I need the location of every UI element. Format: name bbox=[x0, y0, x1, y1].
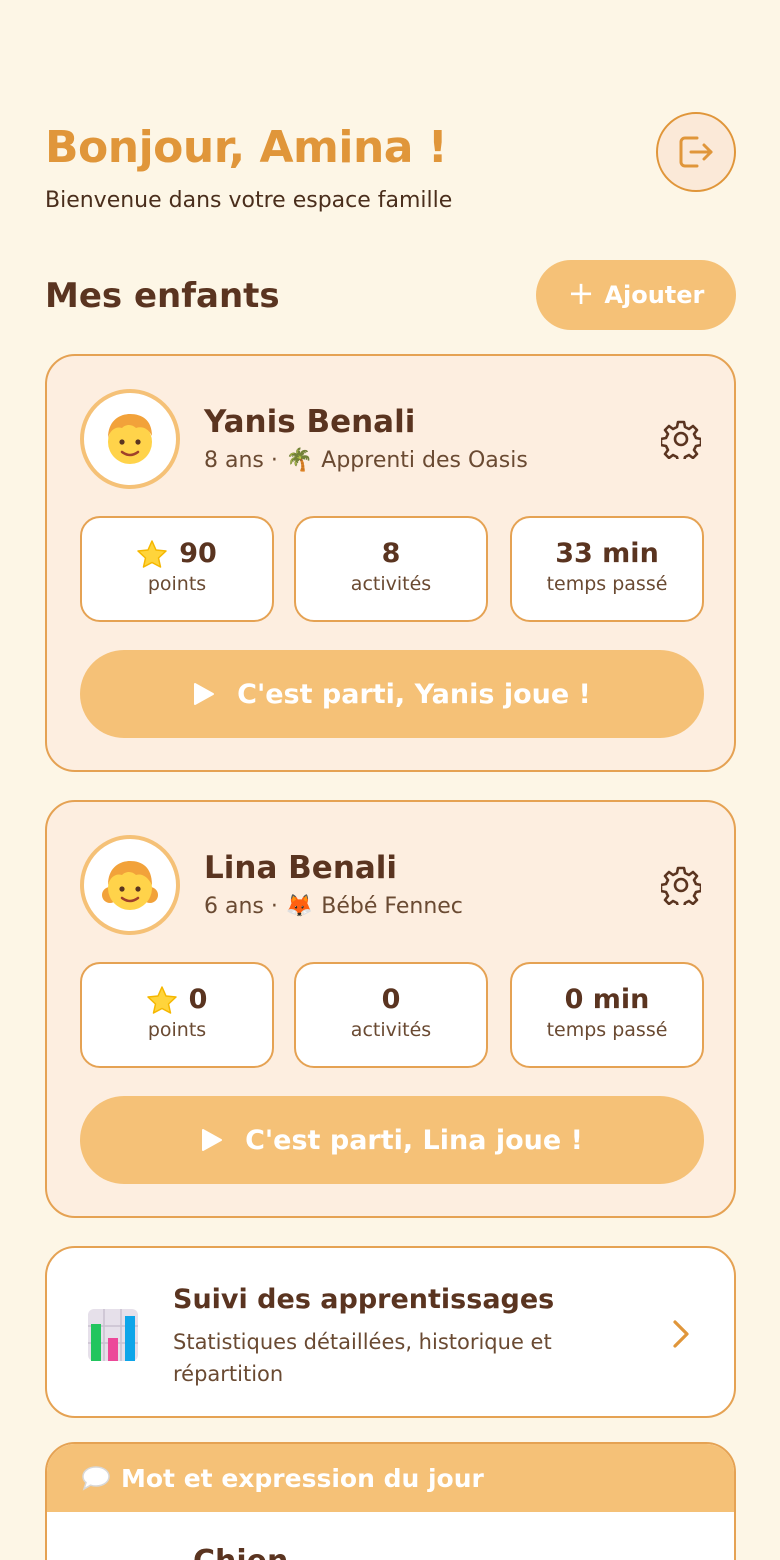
play-label: C'est parti, Lina joue ! bbox=[245, 1124, 583, 1156]
word-of-day-word: Chien bbox=[193, 1544, 288, 1560]
speech-bubble-icon bbox=[82, 1466, 110, 1491]
bar-chart-icon bbox=[88, 1309, 138, 1361]
child-level: Bébé Fennec bbox=[321, 894, 463, 919]
child-meta: 8 ans · 🌴 Apprenti des Oasis bbox=[204, 448, 528, 473]
time-value: 0 min bbox=[564, 984, 650, 1015]
activities-label: activités bbox=[350, 573, 432, 595]
star-icon bbox=[146, 985, 177, 1014]
points-label: points bbox=[147, 573, 207, 595]
logout-icon bbox=[679, 136, 713, 168]
activities-label: activités bbox=[350, 1019, 432, 1041]
child-avatar bbox=[80, 835, 180, 935]
play-button[interactable]: C'est parti, Lina joue ! bbox=[80, 1096, 704, 1184]
stat-activities: 0 activités bbox=[294, 962, 488, 1068]
stat-points: 90 points bbox=[80, 516, 274, 622]
add-child-button[interactable]: + Ajouter bbox=[536, 260, 736, 330]
section-title: Mes enfants bbox=[45, 276, 280, 316]
chevron-right-icon bbox=[673, 1320, 689, 1348]
time-value: 33 min bbox=[555, 538, 659, 569]
boy-avatar-icon bbox=[108, 414, 152, 464]
greeting-title: Bonjour, Amina ! bbox=[45, 122, 448, 173]
stat-activities: 8 activités bbox=[294, 516, 488, 622]
child-avatar bbox=[80, 389, 180, 489]
palm-tree-icon: 🌴 bbox=[285, 448, 314, 473]
child-meta: 6 ans · 🦊 Bébé Fennec bbox=[204, 894, 463, 919]
points-value: 90 bbox=[179, 538, 217, 569]
child-card: Lina Benali 6 ans · 🦊 Bébé Fennec 0 poin… bbox=[45, 800, 736, 1218]
star-icon bbox=[137, 539, 167, 568]
child-level: Apprenti des Oasis bbox=[321, 448, 528, 473]
tracking-title: Suivi des apprentissages bbox=[173, 1284, 555, 1315]
child-age: 6 ans · bbox=[204, 894, 278, 919]
fox-icon: 🦊 bbox=[285, 894, 314, 919]
points-value: 0 bbox=[188, 984, 208, 1015]
child-card: Yanis Benali 8 ans · 🌴 Apprenti des Oasi… bbox=[45, 354, 736, 772]
child-name: Lina Benali bbox=[204, 850, 398, 886]
play-icon bbox=[194, 683, 215, 705]
add-child-label: Ajouter bbox=[604, 281, 705, 309]
time-label: temps passé bbox=[546, 1019, 668, 1041]
settings-gear-icon[interactable] bbox=[661, 419, 701, 459]
girl-avatar-icon bbox=[102, 861, 158, 910]
play-label: C'est parti, Yanis joue ! bbox=[237, 678, 591, 710]
tracking-description: Statistiques détaillées, historique et r… bbox=[173, 1330, 552, 1386]
activities-value: 8 bbox=[381, 538, 401, 569]
children-section-header: Mes enfants + Ajouter bbox=[45, 260, 736, 330]
points-label: points bbox=[147, 1019, 207, 1041]
child-age: 8 ans · bbox=[204, 448, 278, 473]
learning-tracking-card[interactable]: Suivi des apprentissages Statistiques dé… bbox=[45, 1246, 736, 1418]
activities-value: 0 bbox=[381, 984, 401, 1015]
word-of-day-card: Mot et expression du jour Chien bbox=[45, 1442, 736, 1560]
child-name: Yanis Benali bbox=[204, 404, 416, 440]
settings-gear-icon[interactable] bbox=[661, 865, 701, 905]
stat-points: 0 points bbox=[80, 962, 274, 1068]
header: Bonjour, Amina ! Bienvenue dans votre es… bbox=[45, 112, 736, 228]
plus-icon: + bbox=[567, 274, 595, 312]
play-button[interactable]: C'est parti, Yanis joue ! bbox=[80, 650, 704, 738]
play-icon bbox=[202, 1129, 223, 1151]
word-of-day-header: Mot et expression du jour bbox=[47, 1444, 734, 1512]
logout-button[interactable] bbox=[656, 112, 736, 192]
stat-time: 0 min temps passé bbox=[510, 962, 704, 1068]
word-of-day-title: Mot et expression du jour bbox=[121, 1463, 484, 1493]
time-label: temps passé bbox=[546, 573, 668, 595]
stat-time: 33 min temps passé bbox=[510, 516, 704, 622]
greeting-subtitle: Bienvenue dans votre espace famille bbox=[45, 188, 453, 213]
